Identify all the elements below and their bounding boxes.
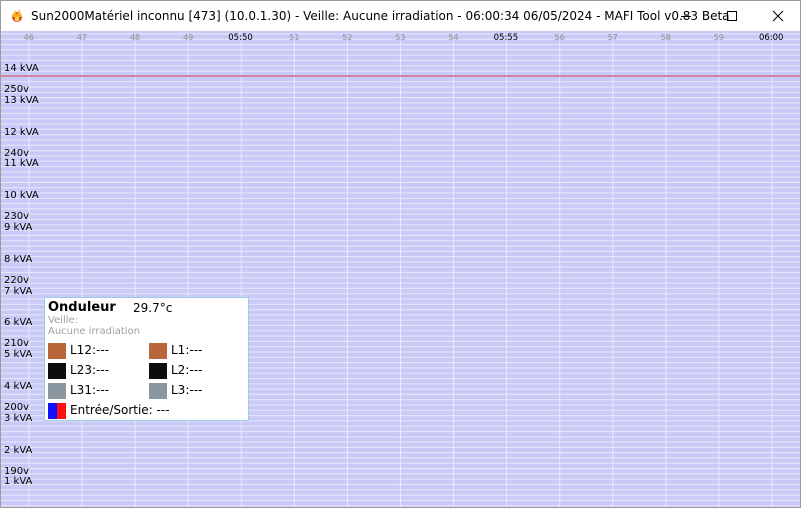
l12-swatch: [48, 343, 66, 359]
y-voltage-label: 250v: [4, 84, 30, 95]
x-tick-label: 57: [607, 33, 618, 42]
l31-label: L31:---: [70, 383, 109, 397]
l31-swatch: [48, 383, 66, 399]
x-tick-label: 54: [448, 33, 459, 42]
temperature-value: 29.7°c: [133, 301, 173, 315]
inverter-legend: Onduleur 29.7°c Veille: Aucune irradiati…: [44, 297, 249, 421]
l1-swatch: [149, 343, 167, 359]
window-title: Sun2000Matériel inconnu [473] (10.0.1.30…: [31, 9, 730, 23]
x-tick-label: 48: [129, 33, 141, 42]
y-voltage-label: 230v: [4, 211, 30, 223]
x-tick-label: 05:50: [228, 33, 253, 43]
legend-title: Onduleur: [48, 300, 116, 315]
l1-label: L1:---: [171, 343, 203, 357]
x-tick-label: 06:00: [758, 33, 784, 43]
x-tick-label: 05:55: [493, 33, 519, 43]
title-bar[interactable]: Sun2000Matériel inconnu [473] (10.0.1.30…: [1, 1, 800, 31]
x-tick-label: 52: [342, 33, 353, 42]
x-tick-label: 47: [76, 33, 88, 42]
y-power-label: 12 kVA: [4, 126, 39, 138]
l3-swatch: [149, 383, 167, 399]
close-button[interactable]: [755, 1, 800, 31]
y-power-label: 10 kVA: [4, 190, 39, 202]
y-power-label: 6 kVA: [4, 317, 33, 329]
flame-logo-icon: [12, 9, 22, 22]
x-tick-label: 51: [289, 33, 300, 42]
x-tick-label: 58: [660, 33, 671, 42]
power-chart: 46 47 48 49 05:50 51 52 53 54 05:55 56 57 58 59 06:00 …: [1, 31, 800, 507]
maximize-icon: [727, 11, 737, 21]
y-power-label: 3 kVA: [4, 412, 33, 424]
x-tick-label: 59: [713, 33, 724, 42]
status-line-2: Aucune irradiation: [48, 326, 141, 337]
minimize-icon: [681, 16, 691, 17]
y-power-label: 2 kVA: [4, 444, 33, 456]
l23-label: L23:---: [70, 363, 109, 377]
x-tick-label: 46: [23, 33, 34, 42]
l23-swatch: [48, 363, 66, 379]
output-swatch: [57, 403, 66, 419]
y-power-label: 11 kVA: [4, 158, 39, 170]
chart-grid: [1, 33, 800, 507]
y-voltage-label: 240v: [4, 147, 30, 159]
y-power-label: 7 kVA: [4, 285, 33, 297]
y-power-label: 4 kVA: [4, 381, 33, 392]
close-icon: [772, 10, 784, 22]
status-line-1: Veille:: [48, 315, 79, 326]
io-label: Entrée/Sortie: ---: [70, 403, 170, 417]
l2-label: L2:---: [171, 363, 203, 377]
x-tick-label: 56: [554, 33, 565, 42]
l3-label: L3:---: [171, 383, 203, 397]
y-voltage-label: 220v: [4, 274, 30, 286]
y-voltage-label: 200v: [4, 402, 30, 413]
maximize-button[interactable]: [709, 1, 755, 31]
y-power-label: 1 kVA: [4, 476, 33, 488]
y-voltage-label: 190v: [4, 465, 30, 477]
input-swatch: [48, 403, 57, 419]
y-power-label: 14 kVA: [4, 63, 39, 74]
y-power-label: 9 kVA: [4, 222, 33, 233]
minimize-button[interactable]: [663, 1, 709, 31]
l12-label: L12:---: [70, 343, 109, 357]
x-tick-label: 53: [395, 33, 406, 42]
y-power-label: 13 kVA: [4, 94, 39, 106]
l2-swatch: [149, 363, 167, 379]
x-tick-label: 49: [183, 33, 194, 42]
y-power-label: 8 kVA: [4, 253, 33, 265]
app-window: Sun2000Matériel inconnu [473] (10.0.1.30…: [0, 0, 801, 508]
y-power-label: 5 kVA: [4, 349, 33, 361]
y-voltage-label: 210v: [4, 338, 30, 350]
